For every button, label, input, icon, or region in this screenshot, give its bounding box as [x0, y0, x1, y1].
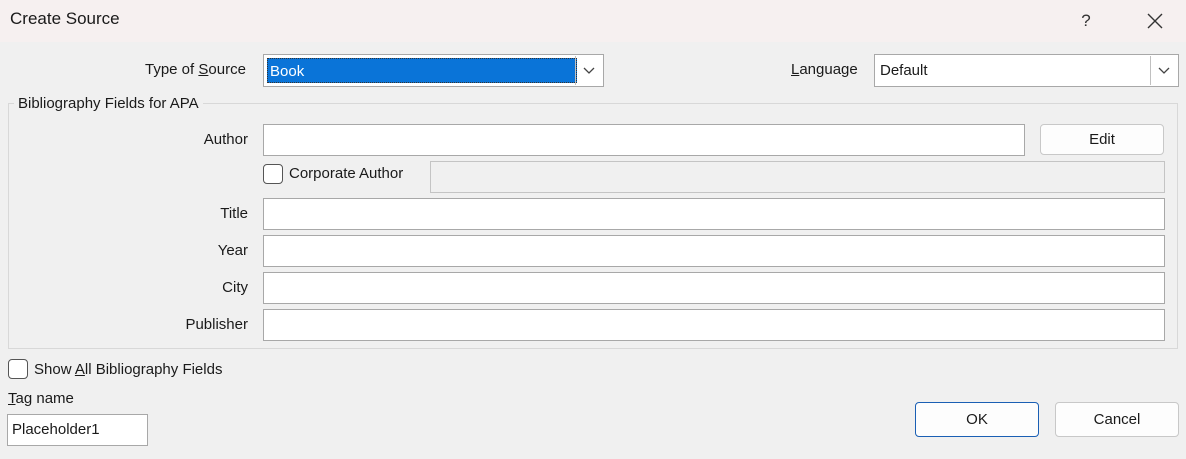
bibliography-fields-legend: Bibliography Fields for APA [14, 95, 203, 112]
dialog-title: Create Source [10, 9, 120, 28]
corporate-author-input[interactable] [430, 161, 1165, 193]
help-icon: ? [1081, 11, 1091, 30]
author-input[interactable] [263, 124, 1025, 156]
chevron-down-icon [583, 67, 595, 74]
ok-button[interactable]: OK [915, 402, 1039, 437]
corporate-author-label: Corporate Author [289, 165, 404, 182]
year-input[interactable] [263, 235, 1165, 267]
language-label: Language [791, 61, 858, 78]
title-bar: Create Source ? [0, 0, 1186, 42]
corporate-author-checkbox[interactable] [263, 164, 283, 184]
tag-name-label: Tag name [8, 390, 74, 407]
chevron-down-icon [1158, 67, 1170, 74]
language-dropdown-button[interactable] [1150, 56, 1177, 85]
type-of-source-label: Type of Source [145, 61, 246, 78]
publisher-label: Publisher [185, 316, 248, 333]
cancel-button[interactable]: Cancel [1055, 402, 1179, 437]
city-input[interactable] [263, 272, 1165, 304]
type-of-source-select[interactable]: Book [263, 54, 604, 87]
show-all-fields-label: Show All Bibliography Fields [34, 361, 223, 378]
type-of-source-dropdown-button[interactable] [575, 56, 602, 85]
close-icon [1147, 13, 1163, 29]
publisher-input[interactable] [263, 309, 1165, 341]
city-label: City [222, 279, 248, 296]
tag-name-input[interactable]: Placeholder1 [7, 414, 148, 446]
language-select[interactable]: Default [874, 54, 1179, 87]
edit-button[interactable]: Edit [1040, 124, 1164, 155]
close-button[interactable] [1132, 0, 1178, 42]
language-value: Default [880, 62, 928, 79]
type-of-source-value: Book [267, 58, 577, 83]
year-label: Year [217, 242, 248, 259]
author-label: Author [203, 131, 248, 148]
show-all-fields-checkbox[interactable] [8, 359, 28, 379]
title-label: Title [220, 205, 248, 222]
help-button[interactable]: ? [1064, 0, 1108, 42]
title-input[interactable] [263, 198, 1165, 230]
